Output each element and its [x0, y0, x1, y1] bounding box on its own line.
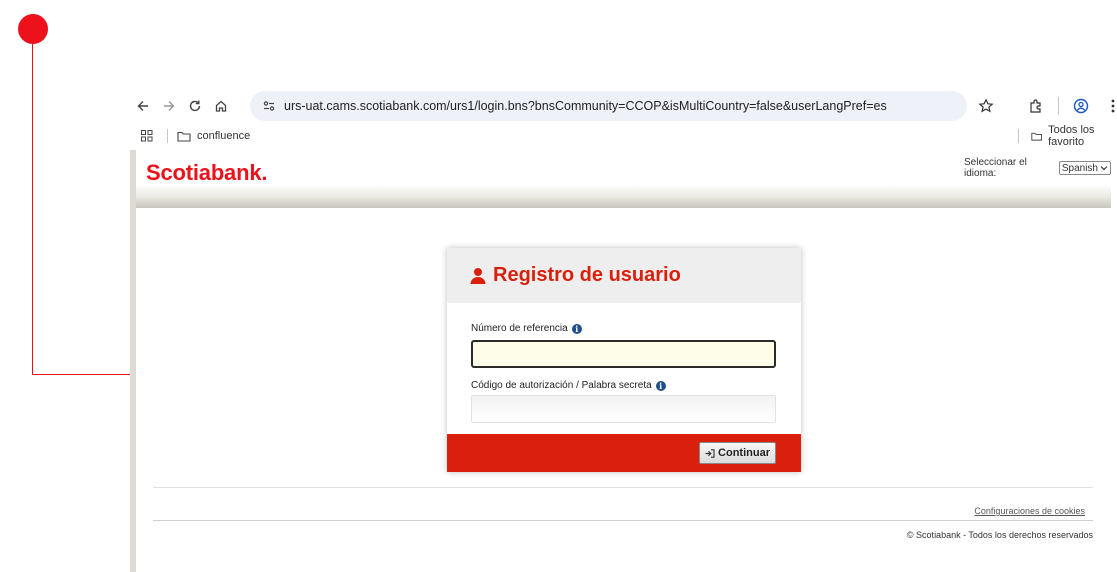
annotation-dot: [18, 14, 48, 44]
continue-button-label: Continuar: [718, 447, 770, 459]
user-icon: [470, 267, 486, 284]
language-selector: Seleccionar el idioma: Spanish: [964, 157, 1111, 179]
bookmarks-divider-right: [1018, 129, 1019, 143]
bookmark-star-button[interactable]: [972, 93, 1000, 119]
back-button[interactable]: [130, 93, 156, 119]
folder-icon: [1031, 132, 1042, 141]
all-bookmarks-label: Todos los favorito: [1048, 124, 1095, 148]
card-footer: Continuar: [447, 434, 801, 472]
home-icon: [215, 100, 227, 112]
bookmark-folder-label: confluence: [197, 130, 251, 142]
url-text: urs-uat.cams.scotiabank.com/urs1/login.b…: [284, 99, 887, 113]
scotiabank-logo[interactable]: Scotiabank.: [146, 160, 267, 186]
page-viewport: Scotiabank. Seleccionar el idioma: Spani…: [130, 150, 1117, 572]
puzzle-icon: [1030, 99, 1041, 113]
reload-button[interactable]: [182, 93, 208, 119]
toolbar-divider: [1058, 97, 1059, 115]
site-header: Scotiabank. Seleccionar el idioma: Spani…: [136, 150, 1111, 208]
info-icon[interactable]: i: [571, 323, 582, 334]
viewport-left-border: [130, 150, 136, 572]
extensions-button[interactable]: [1022, 93, 1050, 119]
reference-number-label-row: Número de referencia i: [471, 323, 776, 334]
folder-icon: [177, 131, 191, 142]
card-header: Registro de usuario: [447, 248, 801, 303]
bookmarks-bar: confluence Todos los favorito: [130, 124, 1117, 148]
auth-code-input[interactable]: [471, 395, 776, 423]
browser-menu-button[interactable]: [1099, 93, 1117, 119]
language-label: Seleccionar el idioma:: [964, 157, 1027, 179]
auth-code-label: Código de autorización / Palabra secreta: [471, 380, 652, 391]
info-icon[interactable]: i: [655, 380, 666, 391]
profile-icon: [1073, 98, 1089, 114]
bookmark-folder-confluence[interactable]: confluence: [177, 130, 250, 142]
footer-divider-top: [153, 487, 1093, 488]
card-title: Registro de usuario: [493, 264, 681, 286]
language-value: Spanish: [1061, 162, 1098, 174]
sign-in-icon: [705, 448, 715, 458]
chevron-down-icon: [1100, 166, 1108, 171]
address-bar[interactable]: urs-uat.cams.scotiabank.com/urs1/login.b…: [250, 91, 967, 121]
continue-button[interactable]: Continuar: [699, 442, 776, 464]
apps-grid-icon[interactable]: [136, 125, 158, 147]
star-icon: [978, 98, 994, 113]
site-settings-icon[interactable]: [258, 95, 280, 117]
home-button[interactable]: [208, 93, 234, 119]
annotation-line-vertical: [32, 44, 33, 374]
copyright-text: © Scotiabank - Todos los derechos reserv…: [906, 530, 1093, 540]
all-bookmarks-folder[interactable]: Todos los favorito: [1031, 124, 1117, 148]
footer-divider-bottom: [153, 520, 1093, 521]
reload-icon: [189, 100, 201, 112]
profile-button[interactable]: [1067, 93, 1095, 119]
card-body: Número de referencia i Código de autoriz…: [447, 303, 801, 423]
auth-code-label-row: Código de autorización / Palabra secreta…: [471, 380, 776, 391]
browser-toolbar: urs-uat.cams.scotiabank.com/urs1/login.b…: [130, 88, 1117, 124]
reference-number-label: Número de referencia: [471, 323, 568, 334]
reference-number-input[interactable]: [471, 340, 776, 368]
language-select[interactable]: Spanish: [1058, 161, 1111, 175]
cookie-settings-link[interactable]: Configuraciones de cookies: [974, 506, 1085, 516]
login-card: Registro de usuario Número de referencia…: [447, 248, 801, 472]
back-arrow-icon: [137, 101, 148, 111]
bookmarks-divider: [167, 129, 168, 143]
forward-button[interactable]: [156, 93, 182, 119]
forward-arrow-icon: [164, 101, 175, 111]
kebab-menu-icon: [1111, 99, 1115, 113]
